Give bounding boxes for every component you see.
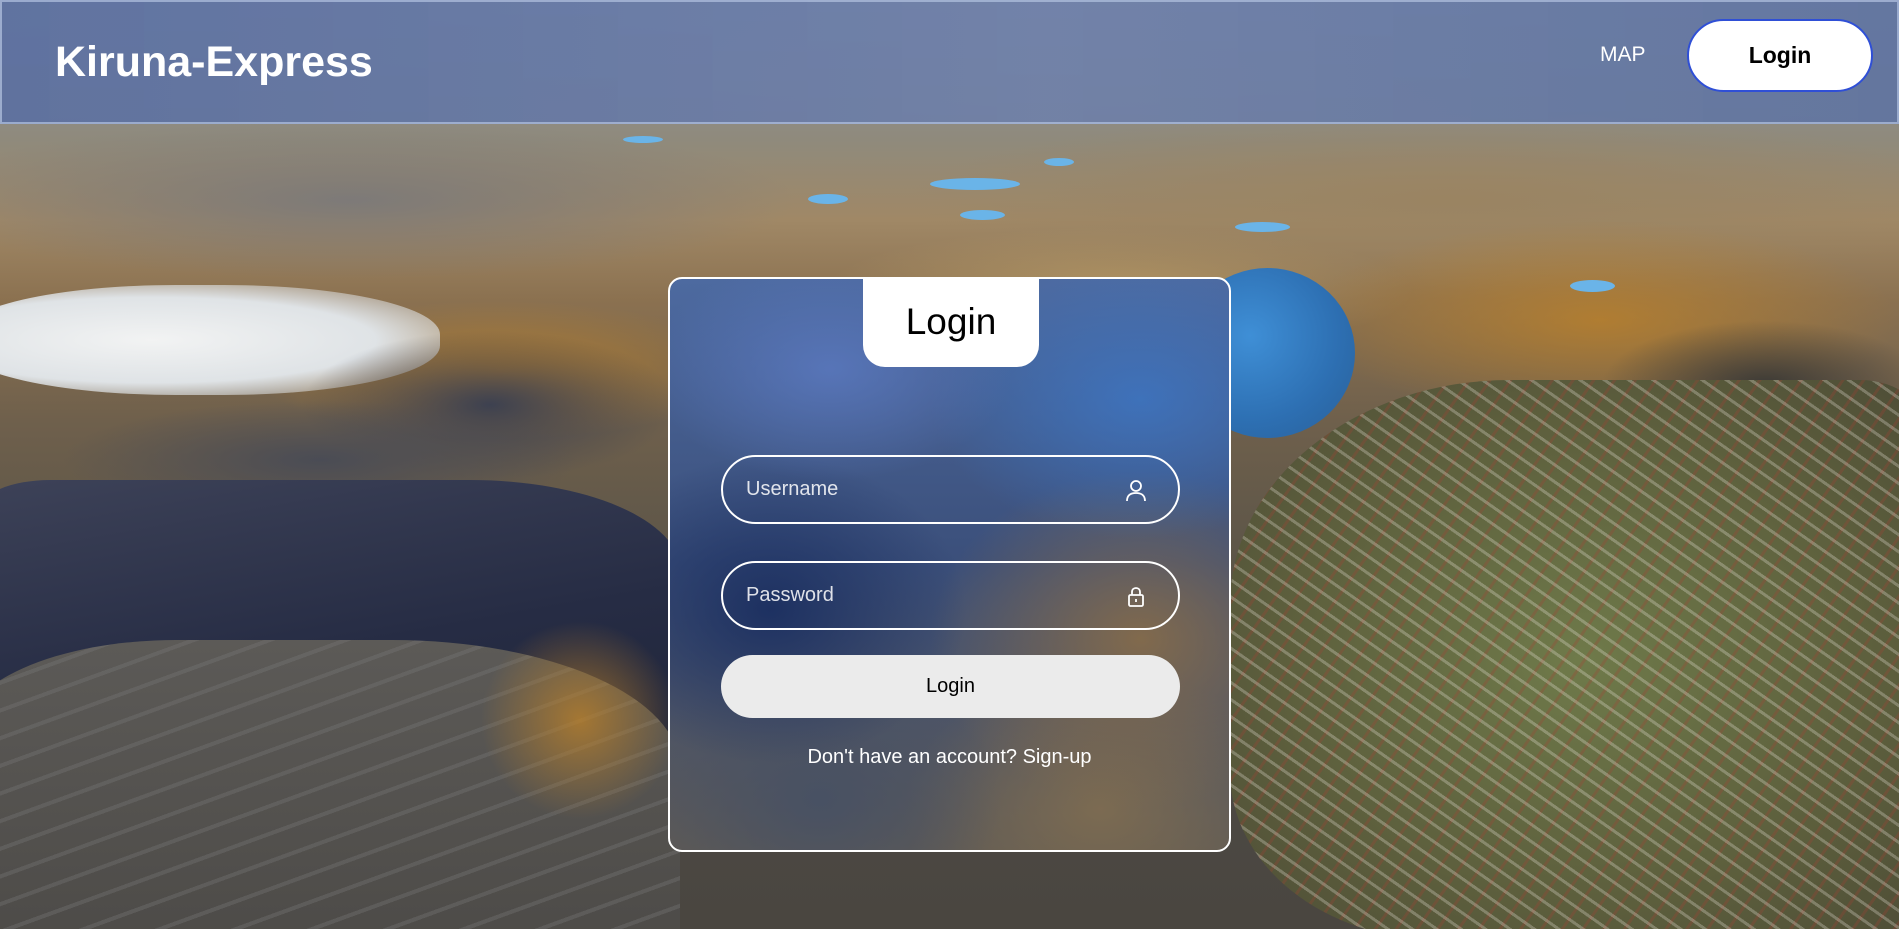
- password-input[interactable]: [723, 563, 1178, 628]
- header-login-button[interactable]: Login: [1687, 19, 1873, 92]
- nav-link-map[interactable]: MAP: [1600, 43, 1646, 67]
- password-field-wrapper: [721, 561, 1180, 630]
- username-field-wrapper: [721, 455, 1180, 524]
- login-card: Login Login Don't have an account? Sign-…: [668, 277, 1231, 852]
- username-input[interactable]: [723, 457, 1178, 522]
- brand-title: Kiruna-Express: [55, 38, 373, 86]
- login-card-title: Login: [863, 279, 1039, 367]
- top-navbar: Kiruna-Express MAP Login: [0, 0, 1899, 124]
- signup-prompt-line: Don't have an account? Sign-up: [670, 746, 1229, 769]
- signup-prompt-text: Don't have an account?: [807, 746, 1018, 768]
- lock-icon: [1125, 585, 1147, 609]
- login-submit-button[interactable]: Login: [721, 655, 1180, 718]
- signup-link[interactable]: Sign-up: [1023, 746, 1092, 768]
- user-icon: [1125, 479, 1147, 503]
